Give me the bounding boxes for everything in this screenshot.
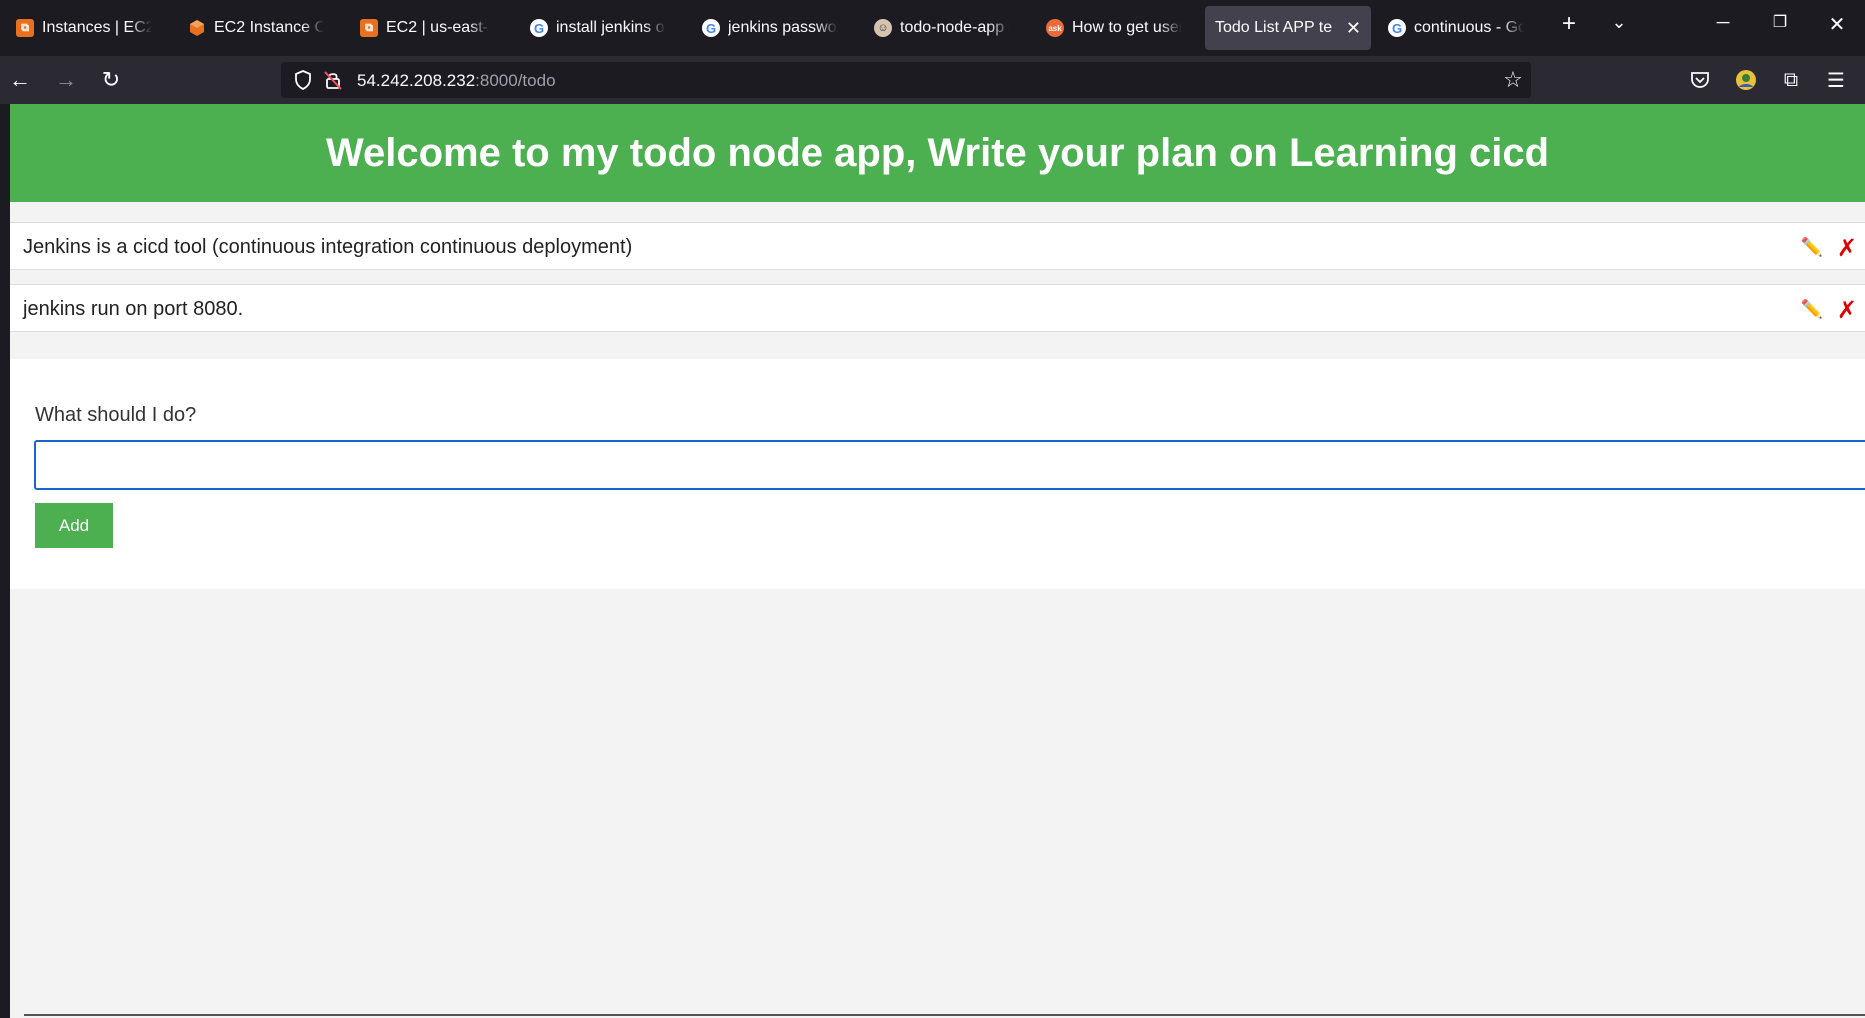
page-header: Welcome to my todo node app, Write your … (10, 104, 1865, 202)
todo-text: jenkins run on port 8080. (23, 298, 244, 320)
close-icon[interactable]: ✕ (1346, 18, 1361, 39)
todo-input[interactable] (34, 440, 1865, 490)
add-button[interactable]: Add (35, 503, 113, 548)
tab-label: todo-node-app # (900, 19, 1010, 36)
tab-ec2-instance-connect[interactable]: EC2 Instance Connect (178, 6, 334, 50)
tab-continuous-google[interactable]: G continuous - Google (1378, 6, 1534, 50)
todo-input-label: What should I do? (35, 404, 197, 426)
todo-item: Jenkins is a cicd tool (continuous integ… (10, 222, 1865, 270)
todo-text: Jenkins is a cicd tool (continuous integ… (23, 236, 633, 258)
tab-label: continuous - Google (1414, 19, 1524, 36)
new-tab-button[interactable]: + (1554, 10, 1584, 38)
url-bar[interactable]: 54.242.208.232:8000/todo ☆ (281, 62, 1531, 98)
jenkins-icon: ☺ (874, 19, 892, 37)
extensions-puzzle-icon[interactable]: ⧉ (1777, 66, 1805, 94)
navigation-bar: ← → ↻ 54.242.208.232:8000/todo ☆ ⧉ ☰ (0, 56, 1865, 104)
delete-x-icon[interactable]: ✗ (1837, 296, 1857, 325)
tab-label: How to get username (1072, 19, 1182, 36)
page-viewport: Welcome to my todo node app, Write your … (10, 104, 1865, 1018)
tab-bar: ⧉ Instances | EC2 | us-east-1 EC2 Instan… (0, 0, 1865, 56)
tab-label: install jenkins on ubuntu (556, 19, 666, 36)
todo-item: jenkins run on port 8080. ✏️ ✗ (10, 284, 1865, 332)
window-edge (0, 104, 10, 1018)
add-todo-form: What should I do? Add (10, 359, 1865, 589)
account-avatar-icon[interactable] (1732, 66, 1760, 94)
tab-label: Todo List APP test (1215, 19, 1332, 36)
tab-label: EC2 Instance Connect (214, 19, 324, 36)
url-path: :8000/todo (475, 71, 556, 90)
tab-label: jenkins password (728, 19, 838, 36)
tab-todo-list-app[interactable]: Todo List APP test ✕ (1205, 6, 1371, 50)
url-text[interactable]: 54.242.208.232:8000/todo (357, 71, 556, 91)
window-close-button[interactable]: ✕ (1822, 12, 1852, 37)
ask-icon: ask (1046, 19, 1064, 37)
ec2-cube-icon (188, 19, 206, 37)
aws-icon: ⧉ (16, 19, 34, 37)
back-arrow-icon[interactable]: ← (6, 66, 34, 94)
google-icon: G (1388, 19, 1406, 37)
forward-arrow-icon[interactable]: → (52, 66, 80, 94)
minimize-button[interactable]: ─ (1708, 12, 1738, 33)
tab-label: Instances | EC2 | us-east-1 (42, 19, 152, 36)
tab-how-to-get-username[interactable]: ask How to get username (1036, 6, 1192, 50)
tab-label: EC2 | us-east-1 (386, 19, 490, 36)
tab-todo-node-app[interactable]: ☺ todo-node-app # (864, 6, 1020, 50)
list-all-tabs-button[interactable]: ⌄ (1604, 12, 1634, 33)
bottom-divider (24, 1014, 1865, 1016)
tab-ec2-us-east-1[interactable]: ⧉ EC2 | us-east-1 (350, 6, 500, 50)
shield-icon[interactable] (289, 66, 317, 94)
url-host: 54.242.208.232 (357, 71, 476, 90)
reload-icon[interactable]: ↻ (97, 66, 125, 94)
pencil-icon[interactable]: ✏️ (1801, 299, 1823, 320)
aws-icon: ⧉ (360, 19, 378, 37)
page-title: Welcome to my todo node app, Write your … (325, 130, 1550, 175)
tab-ec2-instances[interactable]: ⧉ Instances | EC2 | us-east-1 (6, 6, 162, 50)
bookmark-star-icon[interactable]: ☆ (1499, 66, 1527, 94)
delete-x-icon[interactable]: ✗ (1837, 234, 1857, 263)
restore-button[interactable]: ❐ (1765, 12, 1795, 32)
menu-hamburger-icon[interactable]: ☰ (1822, 66, 1850, 94)
tab-jenkins-password[interactable]: G jenkins password (692, 6, 848, 50)
google-icon: G (530, 19, 548, 37)
google-icon: G (702, 19, 720, 37)
pencil-icon[interactable]: ✏️ (1801, 237, 1823, 258)
tab-install-jenkins[interactable]: G install jenkins on ubuntu (520, 6, 676, 50)
pocket-icon[interactable] (1686, 66, 1714, 94)
insecure-lock-icon[interactable] (319, 66, 347, 94)
